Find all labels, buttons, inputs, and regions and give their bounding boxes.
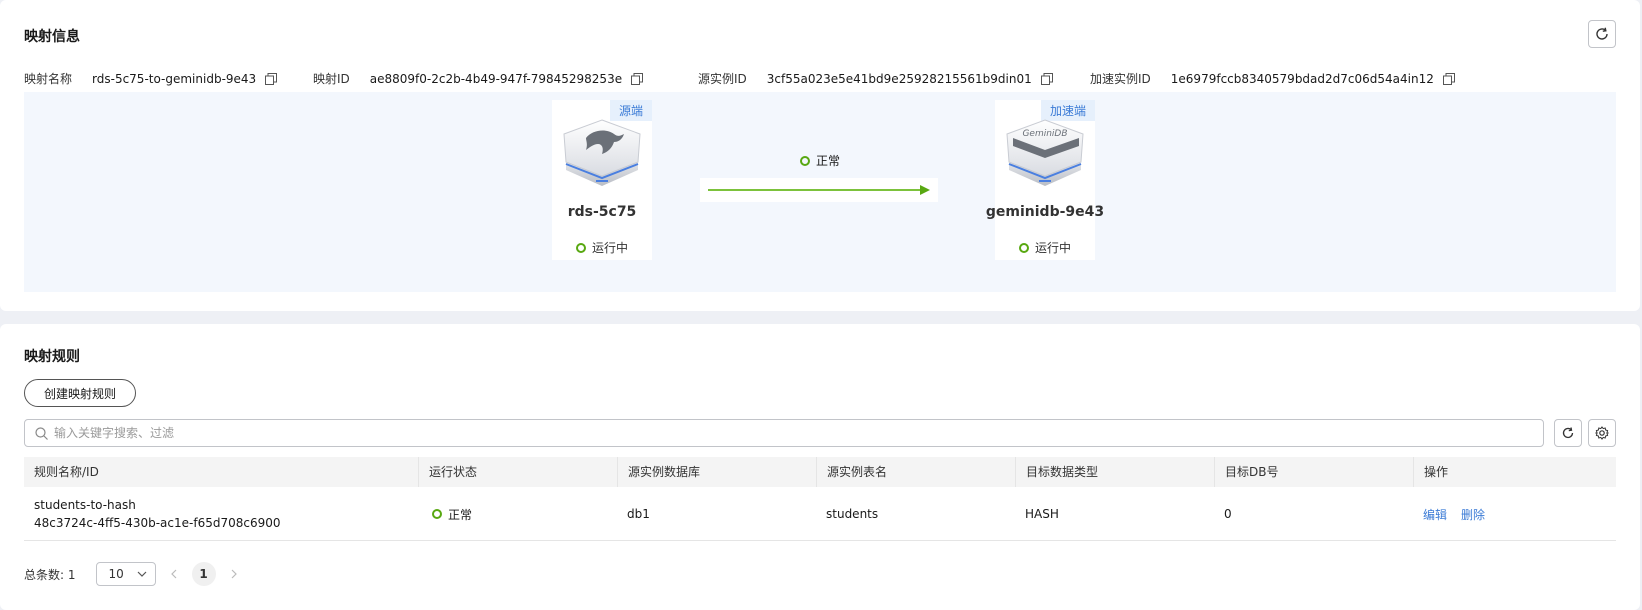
sync-link bbox=[700, 178, 938, 202]
cell-rule-name: students-to-hash 48c3724c-4ff5-430b-ac1e… bbox=[24, 487, 418, 541]
status-dot-icon bbox=[575, 242, 586, 253]
page-size-value: 10 bbox=[108, 567, 124, 581]
total-count: 总条数: 1 bbox=[24, 567, 76, 582]
status-dot-icon bbox=[1018, 242, 1029, 253]
edit-link[interactable]: 编辑 bbox=[1423, 506, 1447, 523]
rule-id: 48c3724c-4ff5-430b-ac1e-f65d708c6900 bbox=[34, 516, 281, 530]
cell-source-table: students bbox=[826, 507, 879, 521]
next-page-button[interactable] bbox=[222, 562, 246, 586]
col-source-db: 源实例数据库 bbox=[617, 457, 816, 487]
page-size-select[interactable]: 10 bbox=[95, 562, 156, 586]
info-value: rds-5c75-to-geminidb-9e43 bbox=[92, 71, 257, 86]
mapping-info-title: 映射信息 bbox=[24, 29, 80, 45]
status-dot-icon bbox=[800, 155, 810, 166]
table-settings-button[interactable] bbox=[1588, 419, 1616, 447]
prev-page-button[interactable] bbox=[162, 562, 186, 586]
col-target-db: 目标DB号 bbox=[1214, 457, 1413, 487]
info-mapping-id: 映射ID ae8809f0-2c2b-4b49-947f-79845298253… bbox=[313, 70, 644, 87]
link-status: 正常 bbox=[800, 152, 840, 169]
target-node-name: geminidb-9e43 bbox=[985, 204, 1105, 220]
info-source-instance-id: 源实例ID 3cf55a023e5e41bd9e25928215561b9din… bbox=[698, 70, 1053, 87]
info-label: 源实例ID bbox=[698, 72, 747, 86]
geminidb-icon: GeminiDB bbox=[1006, 119, 1084, 186]
refresh-icon bbox=[1596, 27, 1608, 40]
cell-actions: 编辑 删除 bbox=[1413, 487, 1616, 541]
info-mapping-name: 映射名称 rds-5c75-to-geminidb-9e43 bbox=[24, 70, 278, 87]
info-label: 映射名称 bbox=[24, 72, 73, 86]
copy-icon[interactable] bbox=[1442, 72, 1455, 85]
info-value: 1e6979fccb8340579bdad2d7c06d54a4in12 bbox=[1170, 71, 1434, 86]
info-value: 3cf55a023e5e41bd9e25928215561b9din01 bbox=[766, 71, 1032, 86]
copy-icon[interactable] bbox=[265, 72, 278, 85]
link-status-text: 正常 bbox=[816, 154, 841, 168]
search-icon bbox=[35, 426, 48, 440]
mapping-rules-card: 映射规则 创建映射规则 规则名称/ID 运行状态 源实例数据库 源实例表名 目标… bbox=[0, 324, 1640, 610]
gear-icon bbox=[1595, 426, 1609, 440]
table-header: 规则名称/ID 运行状态 源实例数据库 源实例表名 目标数据类型 目标DB号 操… bbox=[24, 457, 1616, 487]
col-rule-name: 规则名称/ID bbox=[34, 465, 99, 479]
pagination: 总条数: 1 10 1 bbox=[24, 562, 246, 586]
mysql-db-icon bbox=[563, 119, 641, 186]
target-node[interactable]: 加速端 GeminiDB geminidb-9e43 运行中 bbox=[986, 100, 1104, 260]
col-status: 运行状态 bbox=[418, 457, 617, 487]
source-node-name: rds-5c75 bbox=[567, 204, 637, 220]
copy-icon[interactable] bbox=[631, 72, 644, 85]
target-status-text: 运行中 bbox=[1034, 241, 1071, 255]
status-dot-icon bbox=[432, 509, 442, 519]
chevron-right-icon bbox=[231, 569, 237, 579]
col-actions: 操作 bbox=[1413, 457, 1616, 487]
chevron-left-icon bbox=[170, 569, 176, 579]
info-label: 加速实例ID bbox=[1090, 72, 1151, 86]
source-status-text: 运行中 bbox=[591, 241, 628, 255]
search-input[interactable] bbox=[54, 426, 1534, 440]
cell-source-db: db1 bbox=[627, 507, 650, 521]
page-number-current[interactable]: 1 bbox=[191, 562, 216, 586]
cell-target-db: 0 bbox=[1224, 507, 1232, 521]
col-target-type: 目标数据类型 bbox=[1015, 457, 1214, 487]
info-accel-instance-id: 加速实例ID 1e6979fccb8340579bdad2d7c06d54a4i… bbox=[1090, 70, 1455, 87]
copy-icon[interactable] bbox=[1040, 72, 1053, 85]
arrow-right-icon bbox=[708, 185, 930, 195]
target-node-status: 运行中 bbox=[995, 239, 1095, 256]
refresh-icon bbox=[1562, 427, 1574, 439]
rule-status: 正常 bbox=[448, 507, 473, 522]
rule-name: students-to-hash bbox=[34, 498, 136, 512]
info-label: 映射ID bbox=[313, 72, 350, 86]
chevron-down-icon bbox=[137, 571, 146, 577]
table-refresh-button[interactable] bbox=[1554, 419, 1582, 447]
cell-status: 正常 bbox=[418, 487, 617, 541]
cell-target-type: HASH bbox=[1025, 507, 1059, 521]
refresh-button[interactable] bbox=[1588, 20, 1616, 48]
rules-table: 规则名称/ID 运行状态 源实例数据库 源实例表名 目标数据类型 目标DB号 操… bbox=[24, 457, 1616, 541]
table-row: students-to-hash 48c3724c-4ff5-430b-ac1e… bbox=[24, 487, 1616, 541]
create-rule-button[interactable]: 创建映射规则 bbox=[24, 379, 137, 407]
delete-link[interactable]: 删除 bbox=[1461, 506, 1485, 523]
mapping-rules-title: 映射规则 bbox=[24, 349, 80, 365]
col-source-table: 源实例表名 bbox=[816, 457, 1015, 487]
geminidb-logo-text: GeminiDB bbox=[1022, 129, 1067, 139]
info-value: ae8809f0-2c2b-4b49-947f-79845298253e bbox=[369, 71, 623, 86]
source-node[interactable]: 源端 rds-5c75 运行中 bbox=[552, 100, 652, 260]
mapping-info-card: 映射信息 映射名称 rds-5c75-to-geminidb-9e43 映射ID… bbox=[0, 0, 1640, 311]
source-node-status: 运行中 bbox=[552, 239, 652, 256]
topology-panel: 源端 rds-5c75 运行中 正常 加速端 GeminiDB geminidb… bbox=[24, 92, 1616, 292]
search-box[interactable] bbox=[24, 419, 1544, 447]
